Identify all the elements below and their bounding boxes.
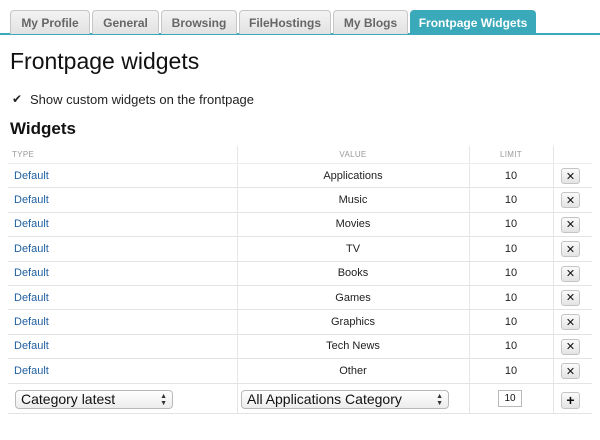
table-row: Default Tech News 10 ✕ xyxy=(8,335,592,360)
widget-limit: 10 xyxy=(504,242,518,255)
remove-widget-button[interactable]: ✕ xyxy=(561,216,580,233)
header-type: TYPE xyxy=(12,150,35,159)
widget-value: Applications xyxy=(323,169,383,182)
widget-value: Tech News xyxy=(326,340,380,353)
close-icon: ✕ xyxy=(565,292,576,305)
table-body: Default Applications 10 ✕ Default Music 10 ✕ Def… xyxy=(8,164,592,384)
select-arrows-icon: ▲ ▼ xyxy=(436,392,443,407)
close-icon: ✕ xyxy=(565,365,576,378)
widget-limit-input[interactable] xyxy=(498,389,522,407)
widget-value: Other xyxy=(339,364,367,377)
tab-filehostings[interactable]: FileHostings xyxy=(239,10,331,34)
show-custom-widgets-label: Show custom widgets on the frontpage xyxy=(30,91,255,107)
close-icon: ✕ xyxy=(565,170,576,183)
widget-type-link[interactable]: Default xyxy=(14,213,49,236)
close-icon: ✕ xyxy=(565,243,576,256)
widget-type-link[interactable]: Default xyxy=(14,286,49,309)
widget-type-link[interactable]: Default xyxy=(14,188,49,211)
widget-type-select[interactable]: Category latest ▲ ▼ xyxy=(15,389,173,409)
close-icon: ✕ xyxy=(565,316,576,329)
table-row: Default Movies 10 ✕ xyxy=(8,213,592,238)
select-arrows-icon: ▲ ▼ xyxy=(160,392,167,407)
widget-limit: 10 xyxy=(504,194,518,207)
widget-limit: 10 xyxy=(504,218,518,231)
close-icon: ✕ xyxy=(565,194,576,207)
page-title: Frontpage widgets xyxy=(10,48,200,74)
show-custom-widgets-option[interactable]: ✔ Show custom widgets on the frontpage xyxy=(12,91,254,107)
table-row: Default Books 10 ✕ xyxy=(8,262,592,286)
widget-type-link[interactable]: Default xyxy=(14,359,49,382)
add-widget-row: Category latest ▲ ▼ All Applications Cate… xyxy=(8,384,592,414)
widget-value: Movies xyxy=(335,218,371,231)
remove-widget-button[interactable]: ✕ xyxy=(561,265,580,282)
checkbox-checked-icon[interactable]: ✔ xyxy=(12,92,26,106)
table-row: Default Other 10 ✕ xyxy=(8,359,592,384)
table-row: Default Games 10 ✕ xyxy=(8,286,592,311)
tab-my-blogs[interactable]: My Blogs xyxy=(333,10,408,34)
widget-value-select[interactable]: All Applications Category ▲ ▼ xyxy=(241,389,449,409)
widget-value: Books xyxy=(337,267,369,280)
tab-general[interactable]: General xyxy=(92,10,159,34)
add-widget-button[interactable]: + xyxy=(561,391,580,409)
widget-type-link[interactable]: Default xyxy=(14,310,49,333)
widget-type-link[interactable]: Default xyxy=(14,237,49,260)
remove-widget-button[interactable]: ✕ xyxy=(561,289,580,306)
section-title: Widgets xyxy=(10,119,76,138)
remove-widget-button[interactable]: ✕ xyxy=(561,168,580,184)
remove-widget-button[interactable]: ✕ xyxy=(561,314,580,331)
widget-limit: 10 xyxy=(504,291,518,304)
close-icon: ✕ xyxy=(565,268,576,281)
table-header: TYPE VALUE LIMIT xyxy=(8,146,592,164)
close-icon: ✕ xyxy=(565,219,576,232)
widget-limit: 10 xyxy=(504,340,518,353)
widget-value: Games xyxy=(335,291,371,304)
table-row: Default Applications 10 ✕ xyxy=(8,164,592,189)
tab-browsing[interactable]: Browsing xyxy=(161,10,237,34)
table-row: Default TV 10 ✕ xyxy=(8,237,592,262)
header-value: VALUE xyxy=(339,150,367,159)
widget-value-select-value: All Applications Category xyxy=(247,391,402,408)
widget-limit: 10 xyxy=(504,316,518,329)
tab-frontpage-widgets[interactable]: Frontpage Widgets xyxy=(410,10,536,35)
remove-widget-button[interactable]: ✕ xyxy=(561,338,580,355)
widget-type-link[interactable]: Default xyxy=(14,335,49,358)
widget-type-select-value: Category latest xyxy=(21,391,116,408)
plus-icon: + xyxy=(566,392,575,409)
close-icon: ✕ xyxy=(565,341,576,354)
widget-type-link[interactable]: Default xyxy=(14,262,49,285)
widget-limit: 10 xyxy=(504,267,518,280)
remove-widget-button[interactable]: ✕ xyxy=(561,192,580,209)
remove-widget-button[interactable]: ✕ xyxy=(561,241,580,258)
header-limit: LIMIT xyxy=(500,150,522,159)
tab-bar: My Profile General Browsing FileHostings… xyxy=(0,0,600,35)
table-row: Default Music 10 ✕ xyxy=(8,188,592,213)
widget-limit: 10 xyxy=(504,169,518,182)
widget-limit: 10 xyxy=(504,364,518,377)
remove-widget-button[interactable]: ✕ xyxy=(561,363,580,380)
widget-value: Music xyxy=(338,194,368,207)
tab-my-profile[interactable]: My Profile xyxy=(10,10,90,34)
widget-type-link[interactable]: Default xyxy=(14,164,49,187)
widgets-table: TYPE VALUE LIMIT Default Applications 10 ✕ D… xyxy=(8,146,592,414)
widget-value: TV xyxy=(345,242,361,255)
table-row: Default Graphics 10 ✕ xyxy=(8,310,592,335)
widget-value: Graphics xyxy=(330,316,376,329)
